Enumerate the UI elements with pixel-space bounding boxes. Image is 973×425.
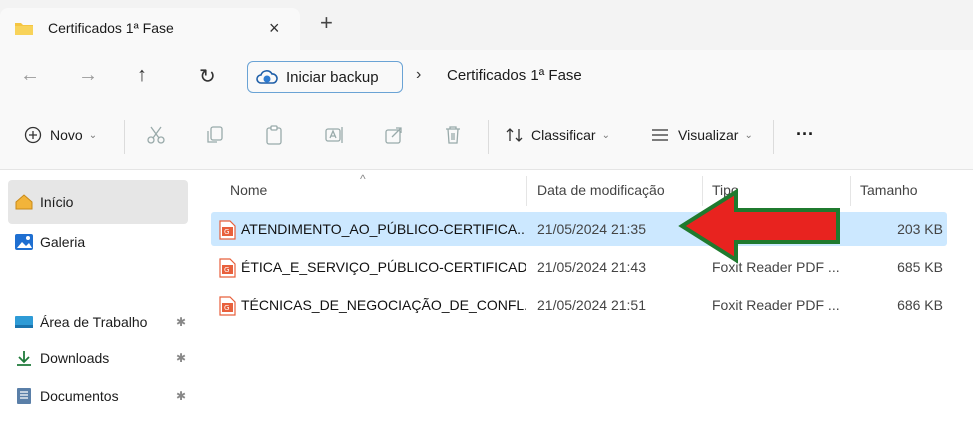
cloud-backup-icon: [256, 70, 278, 84]
pin-icon[interactable]: ✱: [176, 389, 186, 403]
documents-icon: [17, 388, 31, 404]
copy-icon[interactable]: [204, 124, 226, 146]
svg-text:G: G: [224, 228, 229, 236]
tab-title: Certificados 1ª Fase: [48, 20, 174, 36]
chevron-down-icon: ⌄: [744, 129, 753, 141]
table-row[interactable]: G TÉCNICAS_DE_NEGOCIAÇÃO_DE_CONFL... 21/…: [211, 288, 947, 322]
sidebar-item-label: Documentos: [40, 388, 119, 404]
file-date: 21/05/2024 21:35: [537, 221, 646, 237]
paste-icon[interactable]: [263, 124, 285, 146]
file-date: 21/05/2024 21:43: [537, 259, 646, 275]
home-icon: [15, 194, 33, 210]
new-label: Novo: [50, 127, 83, 143]
tab-certificados[interactable]: Certificados 1ª Fase ×: [0, 8, 300, 50]
close-tab-icon[interactable]: ×: [269, 18, 280, 39]
cut-icon[interactable]: [145, 124, 167, 146]
sort-icon: [506, 128, 523, 142]
sort-button[interactable]: Classificar ⌄: [505, 126, 610, 144]
file-name: ÉTICA_E_SERVIÇO_PÚBLICO-CERTIFICAD...: [241, 259, 526, 275]
view-list-icon: [652, 129, 668, 141]
delete-icon[interactable]: [442, 124, 464, 146]
gallery-icon: [15, 234, 33, 250]
forward-button[interactable]: →: [78, 64, 98, 87]
address-bar: ← → ↑ ↻ Iniciar backup › Certificados 1ª…: [0, 50, 973, 106]
more-options-button[interactable]: ···: [796, 124, 814, 145]
file-size: 203 KB: [897, 221, 943, 237]
up-button[interactable]: ↑: [137, 64, 147, 87]
annotation-arrow-icon: [678, 188, 840, 264]
chevron-down-icon: ⌄: [601, 129, 610, 141]
column-divider[interactable]: [526, 176, 527, 206]
folder-icon: [15, 23, 33, 35]
file-name: ATENDIMENTO_AO_PÚBLICO-CERTIFICA...: [241, 221, 526, 237]
breadcrumb-current[interactable]: Certificados 1ª Fase: [447, 67, 582, 84]
view-label: Visualizar: [678, 127, 739, 143]
file-size: 685 KB: [897, 259, 943, 275]
file-name: TÉCNICAS_DE_NEGOCIAÇÃO_DE_CONFL...: [241, 297, 526, 313]
sidebar-item-label: Galeria: [40, 234, 86, 250]
desktop-icon: [15, 316, 33, 328]
column-header-name[interactable]: Nome: [230, 182, 267, 198]
sort-label: Classificar: [531, 127, 596, 143]
plus-circle-icon: [24, 126, 42, 144]
toolbar-divider: [773, 120, 774, 154]
column-header-date[interactable]: Data de modificação: [537, 182, 665, 198]
sidebar-item-label: Downloads: [40, 350, 110, 366]
svg-text:G: G: [224, 266, 229, 274]
column-header-size[interactable]: Tamanho: [860, 182, 918, 198]
new-button[interactable]: Novo ⌄: [24, 126, 97, 144]
pin-icon[interactable]: ✱: [176, 351, 186, 365]
command-toolbar: Novo ⌄ Classificar ⌄ Visualizar ⌄ ···: [0, 106, 973, 170]
navigation-pane: Início Galeria Área de Trabalho ✱ Downlo…: [0, 170, 200, 425]
view-button[interactable]: Visualizar ⌄: [650, 126, 753, 144]
column-divider[interactable]: [850, 176, 851, 206]
file-date: 21/05/2024 21:51: [537, 297, 646, 313]
refresh-button[interactable]: ↻: [199, 64, 216, 89]
sort-ascending-icon: ^: [360, 172, 366, 186]
pdf-file-icon: G: [219, 296, 236, 316]
back-button[interactable]: ←: [20, 64, 40, 87]
backup-label: Iniciar backup: [286, 68, 379, 86]
pin-icon[interactable]: ✱: [176, 315, 186, 329]
download-icon: [17, 351, 31, 366]
file-size: 686 KB: [897, 297, 943, 313]
sidebar-item-inicio[interactable]: Início: [8, 180, 188, 224]
share-icon[interactable]: [383, 124, 405, 146]
breadcrumb-chevron-icon: ›: [416, 66, 422, 83]
svg-text:G: G: [224, 304, 229, 312]
pdf-file-icon: G: [219, 258, 236, 278]
sidebar-item-label: Área de Trabalho: [40, 314, 148, 330]
file-type: Foxit Reader PDF ...: [712, 297, 840, 313]
new-tab-button[interactable]: +: [320, 12, 333, 34]
tab-bar: Certificados 1ª Fase × +: [0, 0, 973, 50]
sidebar-item-documentos[interactable]: Documentos ✱: [8, 374, 188, 418]
toolbar-divider: [124, 120, 125, 154]
pdf-file-icon: G: [219, 220, 236, 240]
toolbar-divider: [488, 120, 489, 154]
file-list: ^ Nome Data de modificação Tipo Tamanho …: [200, 170, 973, 425]
rename-icon[interactable]: [323, 124, 345, 146]
sidebar-item-galeria[interactable]: Galeria: [8, 220, 188, 264]
backup-button[interactable]: Iniciar backup: [247, 61, 403, 93]
chevron-down-icon: ⌄: [88, 129, 98, 141]
sidebar-item-label: Início: [40, 194, 74, 210]
